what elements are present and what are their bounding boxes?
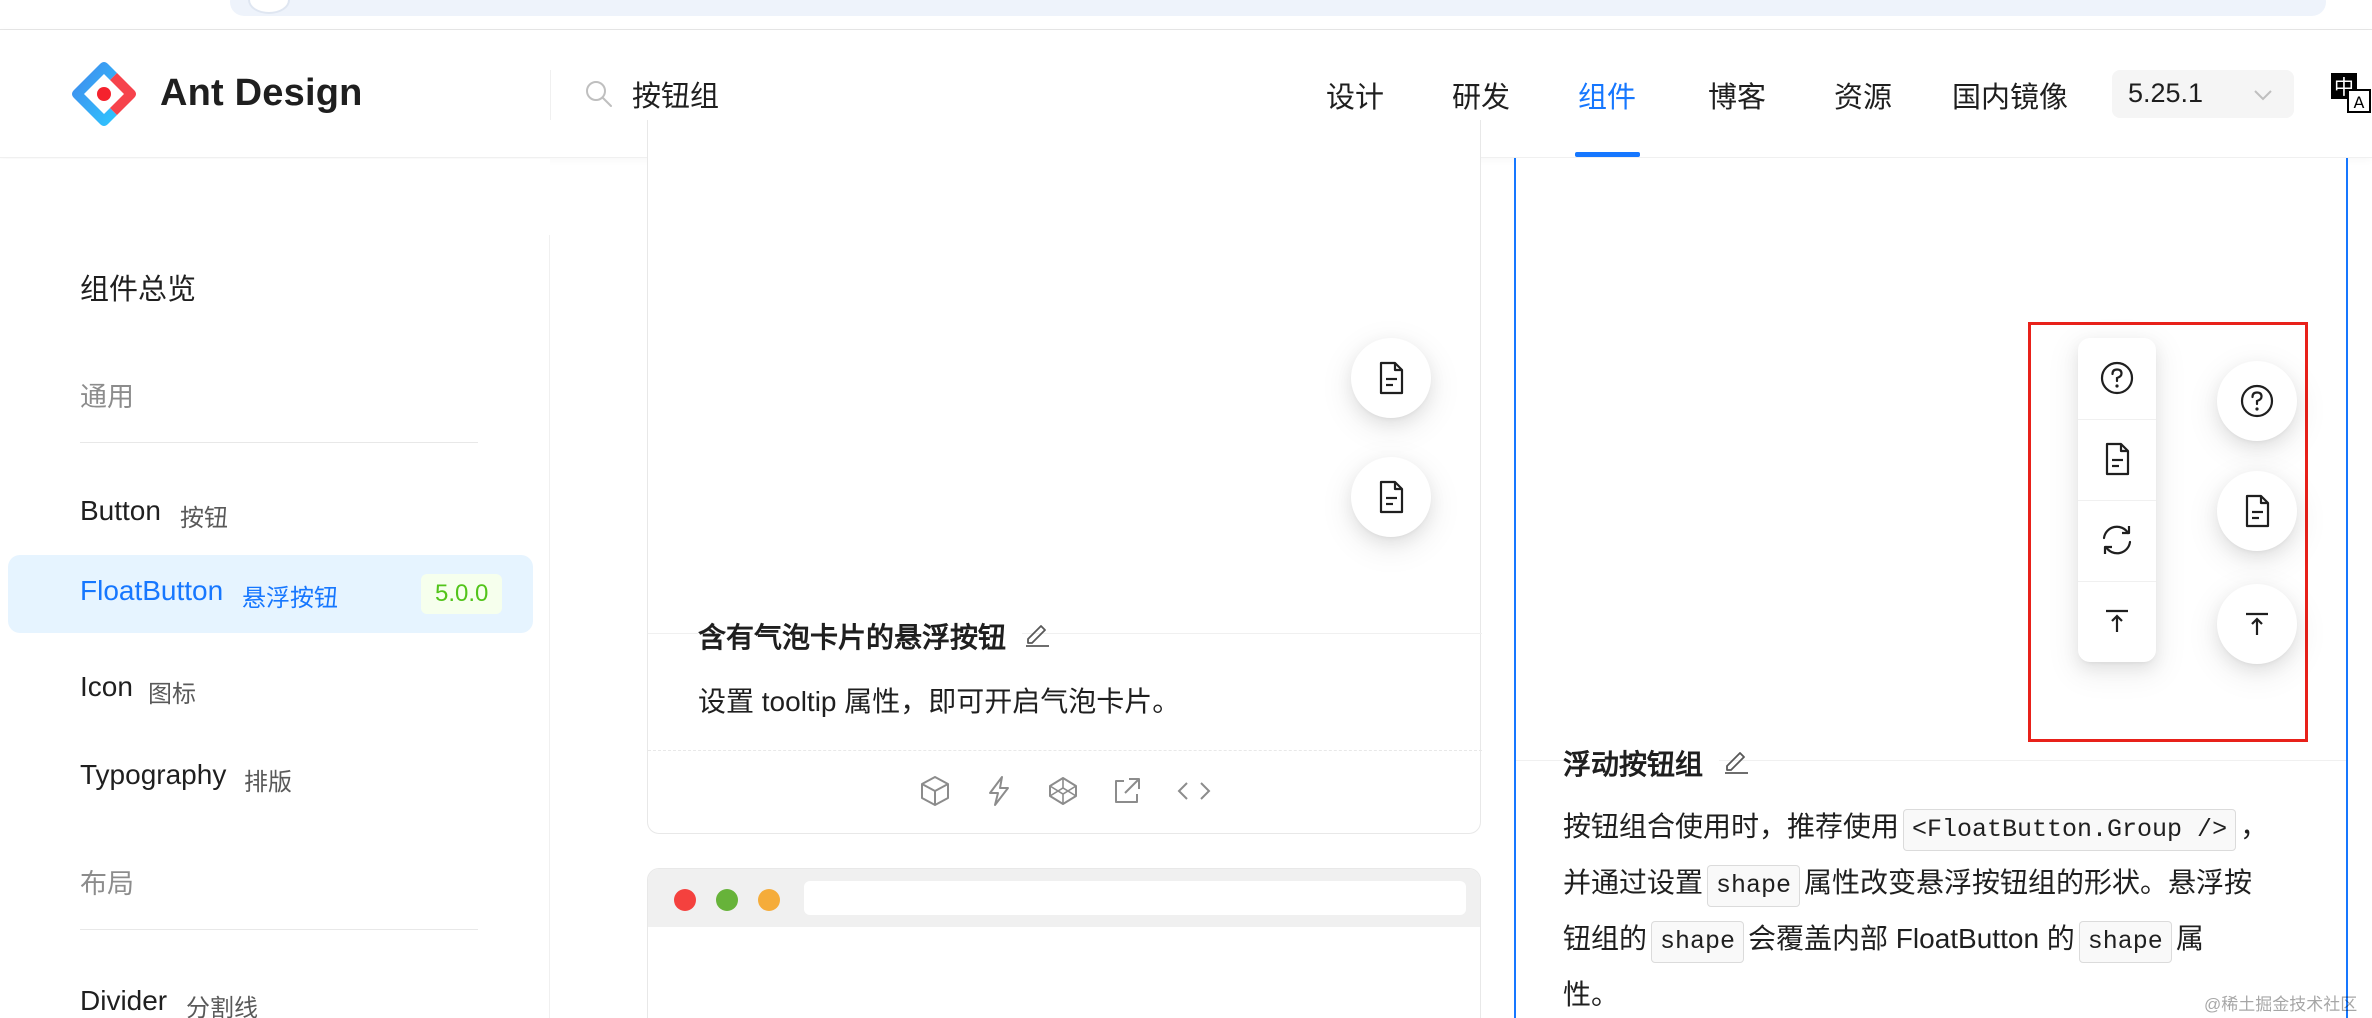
edit-icon[interactable] — [1022, 618, 1052, 648]
browser-address-strip — [0, 0, 2372, 30]
sidebar-item-divider[interactable]: Divider 分割线 — [8, 965, 533, 1018]
sync-icon — [2102, 525, 2132, 555]
sidebar-item-label: Icon — [80, 671, 133, 702]
float-button-help-circle[interactable] — [2217, 361, 2297, 441]
sidebar-item-button[interactable]: Button 按钮 — [8, 475, 533, 553]
codesandbox-icon[interactable] — [918, 774, 952, 808]
sidebar-group-layout: 布局 — [80, 869, 134, 899]
vertical-align-top-icon — [2246, 612, 2268, 635]
header-divider — [550, 70, 551, 120]
nav-active-indicator — [1575, 152, 1640, 157]
sidebar-item-icon[interactable]: Icon 图标 — [8, 651, 533, 729]
demo-title: 浮动按钮组 — [1563, 743, 1720, 783]
language-switch-icon[interactable]: 中 A — [2330, 72, 2372, 114]
description-text: 钮组的 — [1563, 923, 1648, 954]
thunderbolt-icon[interactable] — [982, 774, 1016, 808]
float-button-doc[interactable] — [2078, 419, 2156, 500]
description-text: 属性改变悬浮按钮组的形状。悬浮按 — [1804, 867, 2253, 898]
demo-card-preview — [647, 868, 1481, 1018]
version-badge: 5.0.0 — [421, 574, 503, 614]
logo-text[interactable]: Ant Design — [160, 72, 363, 115]
demo-description-line-1: 按钮组合使用时，推荐使用 <FloatButton.Group />， — [1563, 805, 2268, 851]
file-text-icon — [2245, 494, 2270, 528]
demo-title: 含有气泡卡片的悬浮按钮 — [698, 616, 1023, 656]
description-text: ， — [2240, 811, 2269, 842]
sidebar-item-sublabel: 悬浮按钮 — [242, 585, 338, 612]
code-shape: shape — [1707, 865, 1801, 907]
sidebar-item-label: FloatButton — [80, 575, 224, 606]
actions-divider — [648, 750, 1482, 751]
nav-resources[interactable]: 资源 — [1834, 74, 1892, 116]
version-select[interactable]: 5.25.1 — [2112, 70, 2294, 118]
codepen-icon[interactable] — [1046, 774, 1080, 808]
edit-icon[interactable] — [1721, 745, 1751, 775]
float-button-doc-2[interactable] — [1351, 457, 1431, 537]
float-button-sync[interactable] — [2078, 500, 2156, 581]
demo-description-line-3: 钮组的 shape 会覆盖内部 FloatButton 的 shape 属 — [1563, 917, 2204, 963]
code-shape: shape — [1651, 921, 1745, 963]
question-circle-icon — [2240, 384, 2274, 418]
float-button-back-top-circle[interactable] — [2217, 584, 2297, 664]
demo-card-tooltip: 含有气泡卡片的悬浮按钮 设置 tooltip 属性，即可开启气泡卡片。 — [647, 120, 1482, 834]
file-text-icon — [1379, 361, 1404, 395]
chevron-down-icon — [2254, 90, 2272, 101]
sidebar-item-floatbutton[interactable]: FloatButton 悬浮按钮 5.0.0 — [8, 555, 533, 633]
demo-description-line-2: 并通过设置 shape 属性改变悬浮按钮组的形状。悬浮按 — [1563, 861, 2252, 907]
code-icon[interactable] — [1174, 774, 1214, 808]
sidebar-border — [549, 235, 550, 1018]
preview-browser-bar — [648, 869, 1480, 927]
question-circle-icon — [2100, 361, 2134, 395]
float-button-help[interactable] — [2078, 338, 2156, 419]
float-button-group-square — [2078, 338, 2156, 662]
description-text: 属 — [2175, 923, 2204, 954]
nav-design[interactable]: 设计 — [1326, 74, 1384, 116]
sidebar-item-sublabel: 图标 — [148, 681, 196, 708]
description-text: 按钮组合使用时，推荐使用 — [1563, 811, 1900, 842]
svg-text:A: A — [2354, 93, 2365, 112]
code-shape: shape — [2078, 921, 2172, 963]
demo-description: 设置 tooltip 属性，即可开启气泡卡片。 — [698, 686, 1181, 717]
sidebar-divider — [80, 929, 478, 930]
sidebar-item-sublabel: 按钮 — [180, 505, 228, 532]
nav-components[interactable]: 组件 — [1578, 74, 1636, 116]
window-minimize-dot — [758, 889, 780, 911]
sidebar-item-overview[interactable]: 组件总览 — [80, 266, 196, 308]
file-text-icon — [1379, 480, 1404, 514]
sidebar-menu: 组件总览 通用 Button 按钮 FloatButton 悬浮按钮 5.0.0… — [0, 159, 550, 1018]
float-button-doc[interactable] — [1351, 338, 1431, 418]
float-button-back-top[interactable] — [2078, 581, 2156, 662]
nav-development[interactable]: 研发 — [1452, 74, 1510, 116]
preview-address-bar — [804, 881, 1466, 915]
sidebar-item-label: Divider — [80, 985, 168, 1016]
sidebar-group-general: 通用 — [80, 382, 134, 412]
description-text: 会覆盖内部 FloatButton 的 — [1748, 923, 2075, 954]
demo-description-line-4: 性。 — [1563, 979, 1620, 1010]
search-icon — [586, 81, 612, 107]
float-button-doc-circle[interactable] — [2217, 471, 2297, 551]
code-floatbutton-group: <FloatButton.Group /> — [1903, 809, 2237, 851]
sidebar-item-label: Button — [80, 495, 161, 526]
window-maximize-dot — [716, 889, 738, 911]
sidebar-item-label: Typography — [80, 759, 227, 790]
nav-blog[interactable]: 博客 — [1708, 74, 1766, 116]
version-value: 5.25.1 — [2128, 78, 2204, 108]
file-text-icon — [2105, 442, 2130, 476]
sidebar-item-sublabel: 分割线 — [186, 995, 258, 1018]
sidebar-divider — [80, 442, 478, 443]
nav-china-mirror[interactable]: 国内镜像 — [1952, 74, 2068, 116]
sidebar-item-typography[interactable]: Typography 排版 — [8, 739, 533, 817]
window-close-dot — [674, 889, 696, 911]
description-text: 并通过设置 — [1563, 867, 1704, 898]
sidebar-item-sublabel: 排版 — [244, 769, 292, 796]
ant-design-logo-icon[interactable] — [70, 60, 138, 128]
browser-address-bar[interactable] — [230, 0, 2326, 16]
watermark: @稀土掘金技术社区 — [2204, 995, 2358, 1014]
vertical-align-top-icon — [2106, 609, 2128, 632]
external-link-icon[interactable] — [1110, 774, 1144, 808]
search-input[interactable] — [632, 66, 1232, 122]
